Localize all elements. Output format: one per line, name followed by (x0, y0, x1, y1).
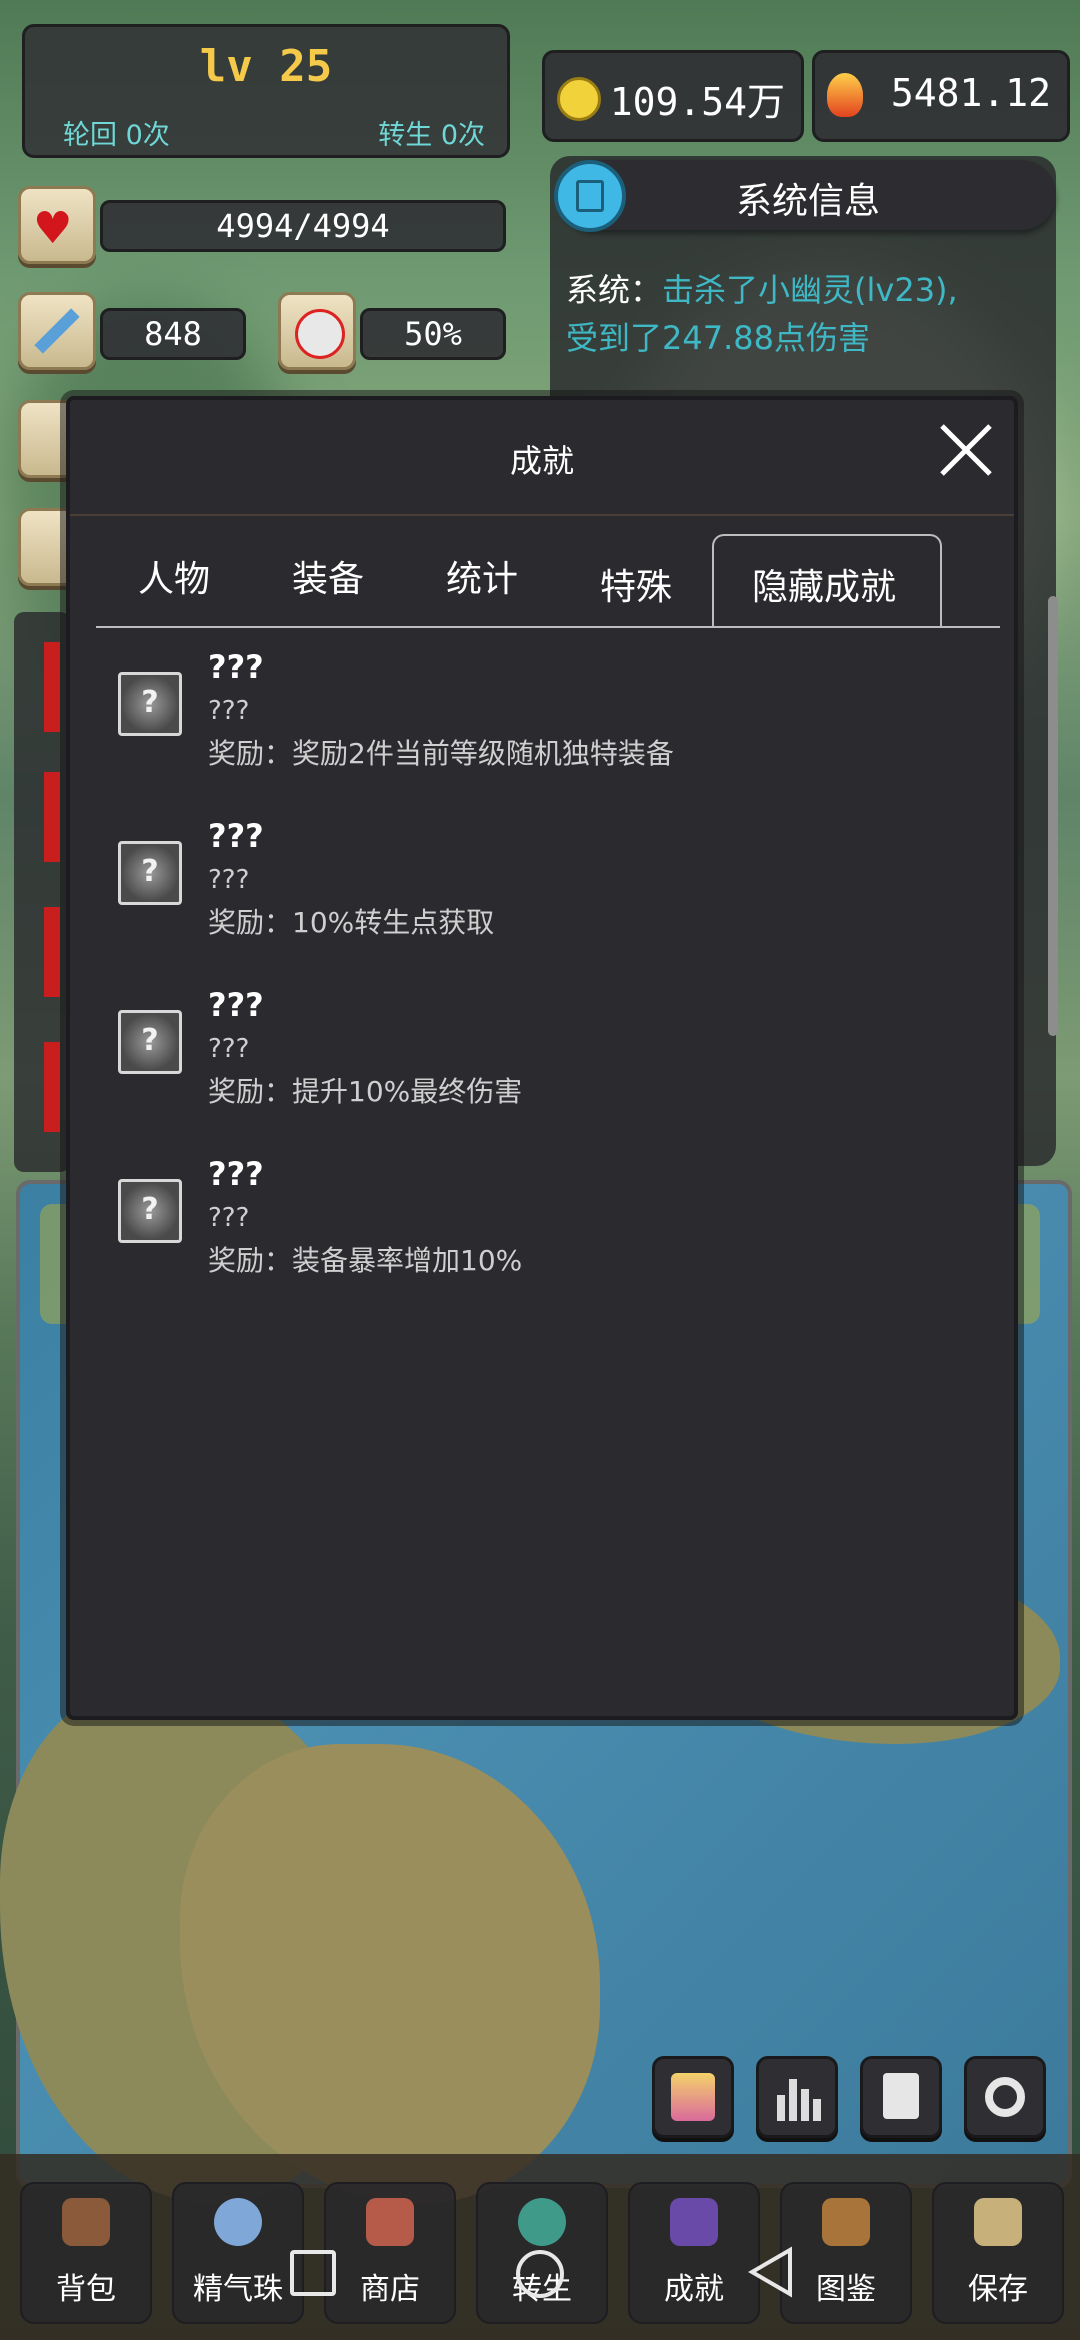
rebirth-count: 转生 0次 (378, 120, 485, 151)
locked-question-icon: ? (118, 672, 182, 736)
attack-value: 848 (100, 308, 246, 360)
achievement-reward: 奖励：提升10%最终伤害 (208, 1075, 523, 1108)
achievement-desc: ??? (208, 696, 250, 726)
equip-slot-4[interactable] (44, 1042, 60, 1132)
equip-slot-2[interactable] (44, 772, 60, 862)
equip-slot-3[interactable] (44, 907, 60, 997)
locked-question-icon: ? (118, 841, 182, 905)
achievement-book-icon (670, 2198, 718, 2246)
nav-shop[interactable]: 商店 (324, 2182, 456, 2324)
achievement-name: ??? (208, 648, 264, 686)
fire-icon (827, 73, 863, 117)
system-info-header: 系统信息 (554, 160, 1056, 232)
level-text: lv 25 (199, 41, 333, 92)
tab-statistics[interactable]: 统计 (446, 550, 518, 602)
level-panel: lv 25 轮回 0次 转生 0次 (22, 24, 510, 158)
locked-question-icon: ? (118, 1010, 182, 1074)
title-divider (70, 514, 1014, 516)
recent-apps-icon[interactable] (290, 2250, 336, 2296)
achievement-item[interactable]: ? ??? ??? 奖励：装备暴率增加10% (70, 1155, 1014, 1319)
coin-icon (557, 77, 601, 121)
achievement-reward: 奖励：10%转生点获取 (208, 906, 495, 939)
fire-counter: 5481.12 (812, 50, 1070, 142)
nav-save[interactable]: 保存 (932, 2182, 1064, 2324)
rebirth-icon (518, 2198, 566, 2246)
codex-icon (822, 2198, 870, 2246)
coin-counter: 109.54万 (542, 50, 804, 142)
equipment-slot-column (14, 612, 70, 1172)
achievement-item[interactable]: ? ??? ??? 奖励：10%转生点获取 (70, 817, 1014, 981)
tab-hidden-achievements[interactable]: 隐藏成就 (752, 558, 896, 610)
dialog-title: 成就 (509, 442, 574, 480)
nav-label: 图鉴 (816, 2272, 876, 2307)
backpack-icon (62, 2198, 110, 2246)
stats-chart-icon[interactable] (756, 2056, 838, 2138)
achievement-reward: 奖励：奖励2件当前等级随机独特装备 (208, 737, 674, 770)
sword-icon (18, 292, 96, 370)
achievement-reward: 奖励：装备暴率增加10% (208, 1244, 523, 1277)
achievement-item[interactable]: ? ??? ??? 奖励：提升10%最终伤害 (70, 986, 1014, 1150)
log-message-line1: 击杀了小幽灵(lv23), (662, 271, 958, 309)
nav-label: 精气珠 (193, 2272, 283, 2307)
log-scrollbar[interactable] (1048, 596, 1058, 1036)
shop-icon (366, 2198, 414, 2246)
close-icon[interactable] (936, 420, 996, 480)
reincarnation-count: 轮回 0次 (63, 120, 170, 151)
log-message-line2: 受到了247.88点伤害 (566, 319, 870, 357)
locked-question-icon: ? (118, 1179, 182, 1243)
hp-value: 4994/4994 (100, 200, 506, 252)
nav-achievement[interactable]: 成就 (628, 2182, 760, 2324)
orb-icon (214, 2198, 262, 2246)
nav-label: 商店 (360, 2272, 420, 2307)
nav-codex[interactable]: 图鉴 (780, 2182, 912, 2324)
settings-gear-icon[interactable] (964, 2056, 1046, 2138)
crit-rate-value: 50% (360, 308, 506, 360)
system-info-title: 系统信息 (735, 181, 880, 222)
nav-spirit-orb[interactable]: 精气珠 (172, 2182, 304, 2324)
tab-characters[interactable]: 人物 (138, 550, 210, 602)
nav-label: 保存 (968, 2272, 1028, 2307)
heart-icon: ♥ (18, 186, 96, 264)
nav-label: 成就 (664, 2272, 724, 2307)
achievement-name: ??? (208, 986, 264, 1024)
bookmark-book-icon[interactable] (860, 2056, 942, 2138)
fire-value: 5481.12 (890, 71, 1051, 115)
back-icon[interactable] (748, 2246, 794, 2309)
log-prefix: 系统： (566, 271, 663, 309)
achievement-item[interactable]: ? ??? ??? 奖励：奖励2件当前等级随机独特装备 (70, 648, 1014, 812)
tab-equipment[interactable]: 装备 (292, 550, 364, 602)
achievement-desc: ??? (208, 865, 250, 895)
bottom-nav: 背包 精气珠 商店 转生 成就 图鉴 保存 (0, 2154, 1080, 2340)
achievement-name: ??? (208, 817, 264, 855)
system-log-entry: 系统：击杀了小幽灵(lv23), 受到了247.88点伤害 (566, 266, 1036, 362)
tab-special[interactable]: 特殊 (600, 558, 672, 610)
nav-label: 背包 (56, 2272, 116, 2307)
map-card-icon[interactable] (652, 2056, 734, 2138)
save-icon (974, 2198, 1022, 2246)
achievement-desc: ??? (208, 1203, 250, 1233)
achievement-dialog: 成就 人物 装备 统计 特殊 隐藏成就 ? ??? ??? 奖励：奖励2件当前等… (66, 396, 1018, 1720)
achievement-desc: ??? (208, 1034, 250, 1064)
home-icon[interactable] (516, 2250, 564, 2298)
achievement-name: ??? (208, 1155, 264, 1193)
coin-value: 109.54万 (609, 80, 785, 124)
equip-slot-1[interactable] (44, 642, 60, 732)
crit-icon (278, 292, 356, 370)
nav-backpack[interactable]: 背包 (20, 2182, 152, 2324)
tab-underline (96, 626, 1000, 628)
